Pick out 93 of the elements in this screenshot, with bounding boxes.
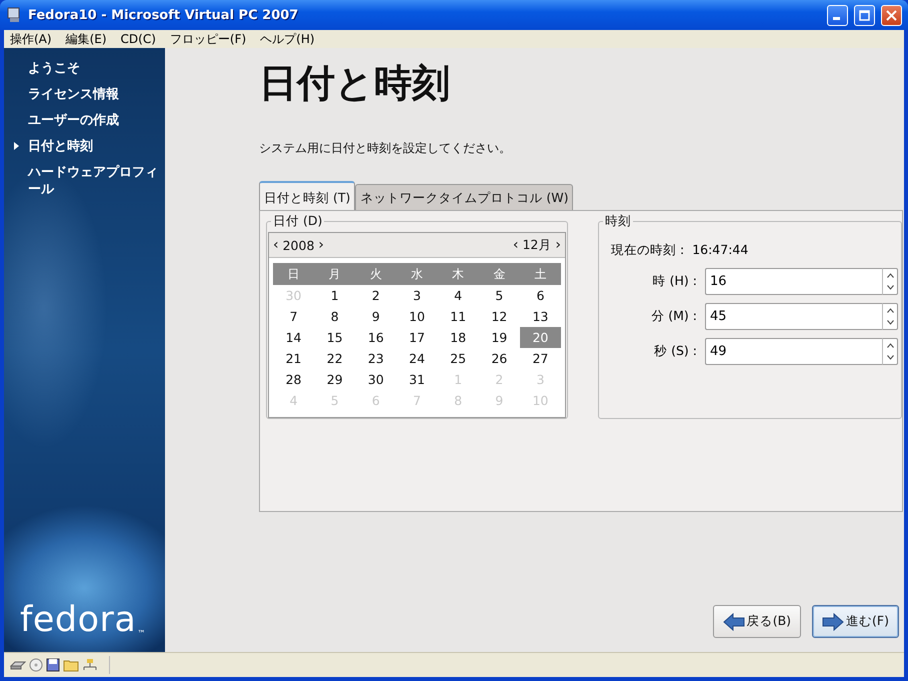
next-month-button[interactable]: › xyxy=(555,237,561,253)
calendar-day[interactable]: 18 xyxy=(438,327,479,348)
network-icon[interactable] xyxy=(82,658,98,672)
calendar-day[interactable]: 22 xyxy=(314,348,356,369)
description: システム用に日付と時刻を設定してください。 xyxy=(259,140,512,157)
month-label: 12月 xyxy=(522,236,552,254)
frame-title: 日付 (D) xyxy=(271,213,324,230)
menu-item[interactable]: ヘルプ(H) xyxy=(260,30,315,48)
maximize-button[interactable] xyxy=(854,4,875,26)
current-time: 16:47:44 xyxy=(692,242,748,259)
calendar-day[interactable]: 10 xyxy=(396,306,438,327)
calendar-day[interactable]: 14 xyxy=(273,327,314,348)
menu-item[interactable]: フロッピー(F) xyxy=(170,30,246,48)
window-title: Fedora10 - Microsoft Virtual PC 2007 xyxy=(28,8,300,22)
next-year-button[interactable]: › xyxy=(318,237,324,253)
calendar-day[interactable]: 13 xyxy=(520,306,561,327)
app-icon xyxy=(6,7,22,23)
calendar-day[interactable]: 20 xyxy=(520,327,561,348)
calendar-day[interactable]: 28 xyxy=(273,369,314,390)
back-button[interactable]: 戻る(B) xyxy=(712,605,802,638)
calendar-day[interactable]: 2 xyxy=(355,285,396,306)
calendar-day[interactable]: 29 xyxy=(314,369,356,390)
spin-down-icon[interactable] xyxy=(886,320,894,326)
calendar-day[interactable]: 17 xyxy=(396,327,438,348)
calendar-day[interactable]: 27 xyxy=(520,348,561,369)
trademark: ™ xyxy=(137,629,146,638)
calendar-day[interactable]: 4 xyxy=(438,285,479,306)
spin-buttons[interactable] xyxy=(882,303,898,330)
calendar-day[interactable]: 26 xyxy=(478,348,520,369)
floppy-icon[interactable] xyxy=(46,658,60,672)
weekday-header: 月 xyxy=(314,263,356,285)
sidebar-item: ユーザーの作成 xyxy=(28,112,120,129)
calendar-day[interactable]: 19 xyxy=(478,327,520,348)
spin-field[interactable]: 45 xyxy=(705,303,882,330)
calendar-day[interactable]: 3 xyxy=(396,285,438,306)
calendar-day[interactable]: 23 xyxy=(355,348,396,369)
weekday-header: 日 xyxy=(273,263,314,285)
right-arrow-icon xyxy=(822,612,844,630)
logo-text: fedora xyxy=(20,603,136,638)
sidebar-item: ハードウェアプロフィール xyxy=(28,164,159,198)
sidebar-item: 日付と時刻 xyxy=(28,138,94,155)
weekday-header: 金 xyxy=(478,263,520,285)
close-button[interactable] xyxy=(881,4,902,26)
calendar-day[interactable]: 25 xyxy=(438,348,479,369)
sidebar-item: ようこそ xyxy=(28,60,81,77)
spin-field[interactable]: 16 xyxy=(705,268,882,295)
tab[interactable]: ネットワークタイムプロトコル (W) xyxy=(355,184,574,210)
left-arrow-icon xyxy=(722,612,745,630)
calendar-day[interactable]: 5 xyxy=(478,285,520,306)
calendar-day[interactable]: 6 xyxy=(520,285,561,306)
forward-button[interactable]: 進む(F) xyxy=(812,605,899,638)
menu-item[interactable]: CD(C) xyxy=(120,32,156,46)
tab[interactable]: 日付と時刻 (T) xyxy=(259,181,356,210)
calendar-day[interactable]: 9 xyxy=(355,306,396,327)
maximize-icon xyxy=(859,10,870,20)
year-label: 2008 xyxy=(282,238,314,252)
calendar-day[interactable]: 8 xyxy=(314,306,356,327)
close-icon xyxy=(886,10,897,20)
page-heading: 日付と時刻 xyxy=(259,60,451,106)
spin-field[interactable]: 49 xyxy=(705,338,882,365)
spin-up-icon[interactable] xyxy=(886,272,894,278)
calendar-day[interactable]: 15 xyxy=(314,327,356,348)
calendar-day[interactable]: 11 xyxy=(438,306,479,327)
calendar-day[interactable]: 16 xyxy=(355,327,396,348)
field-label: 時 (H) : xyxy=(652,273,698,290)
field-label: 分 (M) : xyxy=(650,308,698,325)
spin-buttons[interactable] xyxy=(882,338,898,365)
calendar-day[interactable]: 12 xyxy=(478,306,520,327)
calendar-day[interactable]: 24 xyxy=(396,348,438,369)
spin-up-icon[interactable] xyxy=(886,308,894,313)
field-label: 秒 (S) : xyxy=(653,343,698,360)
current-time-label: 現在の時刻 : xyxy=(611,242,684,259)
spin-down-icon[interactable] xyxy=(886,285,894,290)
prev-year-button[interactable]: ‹ xyxy=(273,237,279,253)
minimize-icon xyxy=(832,16,840,20)
frame-title: 時刻 xyxy=(603,213,633,230)
calendar-day[interactable]: 1 xyxy=(314,285,356,306)
calendar-day[interactable]: 31 xyxy=(396,369,438,390)
weekday-header: 水 xyxy=(396,263,438,285)
minimize-button[interactable] xyxy=(827,4,848,26)
spin-down-icon[interactable] xyxy=(886,355,894,360)
calendar-day[interactable]: 30 xyxy=(355,369,396,390)
sidebar-item: ライセンス情報 xyxy=(28,86,120,103)
weekday-header: 火 xyxy=(355,263,396,285)
calendar-day[interactable]: 21 xyxy=(273,348,314,369)
weekday-header: 木 xyxy=(438,263,479,285)
menu-item[interactable]: 編集(E) xyxy=(66,30,107,48)
calendar-day[interactable]: 7 xyxy=(273,306,314,327)
menu-item[interactable]: 操作(A) xyxy=(10,30,52,48)
spin-up-icon[interactable] xyxy=(886,342,894,348)
spin-buttons[interactable] xyxy=(882,268,898,295)
prev-month-button[interactable]: ‹ xyxy=(512,237,518,253)
weekday-header: 土 xyxy=(520,263,561,285)
